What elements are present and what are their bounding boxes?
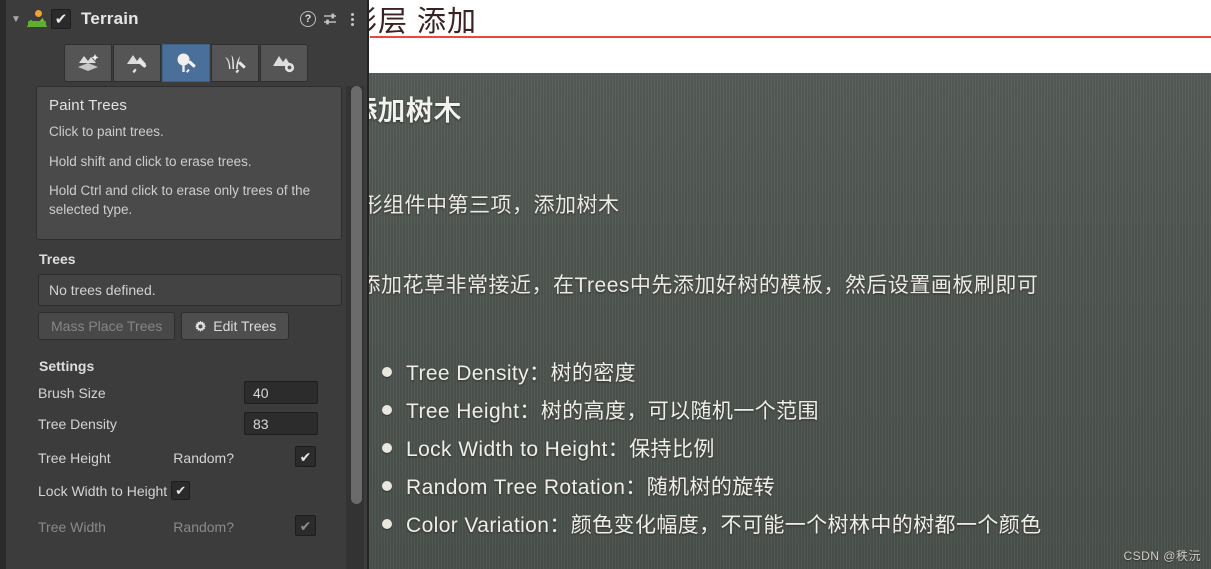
gear-icon (194, 320, 207, 333)
bullet-dot-icon (382, 519, 392, 529)
document-accent-rule (370, 36, 1211, 38)
bullet-dot-icon (382, 367, 392, 377)
tree-density-input[interactable]: 83 (244, 412, 318, 435)
create-neighbor-terrains-tool[interactable] (64, 44, 112, 82)
slide-bullet-list: Tree Density：树的密度 Tree Height：树的高度，可以随机一… (382, 353, 1042, 543)
chevron-down-icon[interactable]: ▼ (6, 14, 26, 25)
lock-width-to-height-label: Lock Width to Height (38, 482, 168, 499)
tree-height-random-checkbox[interactable]: ✔ (295, 446, 316, 467)
slide-paragraph-1: 地形组件中第三项，添加树木 (340, 194, 620, 217)
preset-settings-button[interactable] (319, 8, 341, 30)
inspector-scrollbar[interactable] (346, 86, 364, 569)
inspector-body: Paint Trees Click to paint trees. Hold s… (6, 86, 363, 569)
paint-terrain-icon (127, 55, 147, 74)
list-item: Lock Width to Height：保持比例 (382, 429, 1042, 467)
list-item: Color Variation：颜色变化幅度，不可能一个树林中的树都一个颜色 (382, 505, 1042, 543)
tool-help-line: Hold Ctrl and click to erase only trees … (49, 183, 311, 217)
paint-details-grass-icon (225, 55, 246, 74)
tool-help-line: Hold shift and click to erase trees. (49, 153, 252, 169)
brush-size-label: Brush Size (38, 384, 106, 401)
tree-width-row: Tree Width Random? ✔ (38, 513, 342, 540)
tree-height-random-label: Random? (173, 449, 234, 466)
list-item: Tree Height：树的高度，可以随机一个范围 (382, 391, 1042, 429)
brush-size-row: Brush Size 40 (38, 379, 342, 406)
context-menu-button[interactable] (341, 8, 363, 30)
neighbor-terrain-icon (78, 54, 99, 71)
component-enabled-checkbox[interactable]: ✔ (51, 9, 71, 29)
terrain-tool-toolbar (64, 44, 308, 82)
trees-palette-list[interactable]: No trees defined. (38, 274, 342, 306)
help-icon: ? (300, 11, 316, 27)
list-item: Random Tree Rotation：随机树的旋转 (382, 467, 1042, 505)
tree-density-row: Tree Density 83 (38, 410, 342, 437)
bullet-dot-icon (382, 481, 392, 491)
bullet-dot-icon (382, 405, 392, 415)
paint-terrain-tool[interactable] (113, 44, 161, 82)
edit-trees-button[interactable]: Edit Trees (181, 312, 290, 340)
tool-help-title: Paint Trees (49, 97, 128, 114)
sliders-icon (323, 13, 336, 25)
paint-trees-icon (177, 53, 196, 73)
tree-width-label: Tree Width (38, 518, 106, 535)
terrain-icon (26, 10, 48, 28)
trees-section-label: Trees (39, 251, 76, 267)
paint-details-tool[interactable] (211, 44, 259, 82)
tool-help-line: Click to paint trees. (49, 124, 164, 139)
component-header: ▼ ✔ Terrain ? (6, 4, 363, 34)
inspector-scrollbar-thumb[interactable] (351, 86, 362, 504)
edit-trees-label: Edit Trees (213, 318, 277, 334)
tree-width-random-checkbox[interactable]: ✔ (295, 515, 316, 536)
component-title: Terrain (81, 9, 139, 28)
lock-width-to-height-row: Lock Width to Height ✔ (38, 477, 342, 504)
lock-width-to-height-checkbox[interactable]: ✔ (171, 481, 191, 500)
tree-width-random-label: Random? (173, 518, 234, 535)
bullet-label: Tree Density：树的密度 (406, 362, 637, 385)
tool-help-box: Paint Trees Click to paint trees. Hold s… (36, 86, 342, 240)
tree-height-label: Tree Height (38, 449, 111, 466)
bullet-dot-icon (382, 443, 392, 453)
kebab-menu-icon (350, 12, 354, 26)
terrain-settings-icon (273, 56, 295, 73)
watermark-label: CSDN @秩沅 (1123, 549, 1201, 563)
bullet-label: Random Tree Rotation：随机树的旋转 (406, 476, 776, 499)
list-item: Tree Density：树的密度 (382, 353, 1042, 391)
tree-height-row: Tree Height Random? ✔ (38, 444, 342, 471)
slide-paragraph-2: 和添加花草非常接近，在Trees中先添加好树的模板，然后设置画板刷即可 (338, 274, 1039, 297)
settings-section-label: Settings (39, 358, 95, 374)
bullet-label: Tree Height：树的高度，可以随机一个范围 (406, 400, 819, 423)
terrain-inspector-panel: ▼ ✔ Terrain ? Paint Trees Click to paint… (0, 0, 369, 569)
bullet-label: Color Variation：颜色变化幅度，不可能一个树林中的树都一个颜色 (406, 514, 1042, 537)
mass-place-trees-label: Mass Place Trees (51, 318, 163, 334)
brush-size-input[interactable]: 40 (244, 381, 318, 404)
mass-place-trees-button[interactable]: Mass Place Trees (38, 312, 176, 340)
trees-button-row: Mass Place Trees Edit Trees (38, 312, 290, 340)
bullet-label: Lock Width to Height：保持比例 (406, 438, 715, 461)
paint-trees-tool[interactable] (162, 44, 210, 82)
help-button[interactable]: ? (297, 8, 319, 30)
tree-density-label: Tree Density (38, 415, 117, 432)
trees-empty-label: No trees defined. (49, 282, 156, 298)
terrain-settings-tool[interactable] (260, 44, 308, 82)
